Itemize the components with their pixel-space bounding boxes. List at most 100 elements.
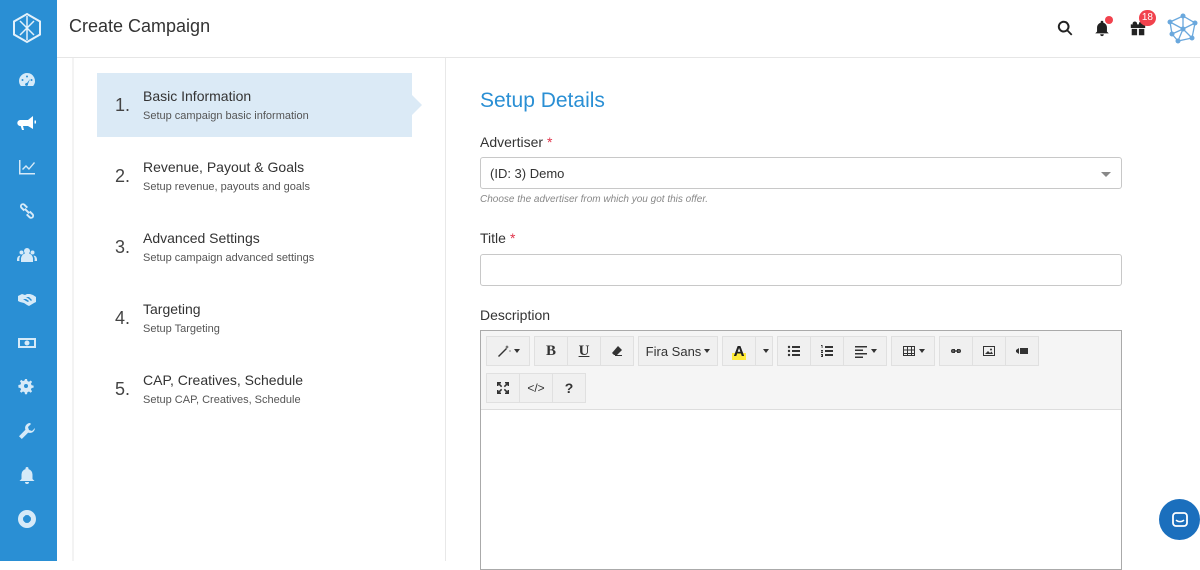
wrench-icon: [19, 423, 35, 439]
user-avatar[interactable]: [1166, 12, 1200, 46]
editor-toolbar: B U Fira Sans A </> ?: [481, 331, 1121, 410]
setup-details-form: Setup Details Advertiser * (ID: 3) Demo C…: [480, 58, 1122, 570]
wizard-steps: 1. Basic Information Setup campaign basi…: [74, 58, 446, 561]
description-textarea[interactable]: [481, 410, 1121, 569]
logo-icon[interactable]: [11, 12, 43, 44]
code-view-button[interactable]: </>: [519, 373, 553, 403]
bell-icon: [19, 467, 35, 484]
bullet-list-button[interactable]: [777, 336, 811, 366]
description-label: Description: [480, 307, 551, 323]
money-icon: [18, 338, 36, 348]
advertiser-selected-value: (ID: 3) Demo: [490, 166, 565, 181]
step-number: 3.: [115, 237, 131, 257]
clear-format-button[interactable]: [600, 336, 634, 366]
fullscreen-button[interactable]: [486, 373, 520, 403]
chat-icon: [1171, 511, 1188, 527]
dashboard-icon: [19, 73, 35, 86]
step-title: CAP, Creatives, Schedule: [143, 372, 304, 388]
underline-button[interactable]: U: [567, 336, 601, 366]
step-number: 4.: [115, 308, 131, 328]
wizard-step-targeting[interactable]: 4. Targeting Setup Targeting: [97, 286, 412, 350]
title-label: Title *: [480, 230, 516, 246]
caret-icon: [918, 349, 925, 353]
step-subtitle: Setup Targeting: [143, 323, 220, 335]
video-icon: [1016, 348, 1028, 354]
numbered-list-button[interactable]: [810, 336, 844, 366]
title-input[interactable]: [480, 254, 1122, 286]
advertiser-select[interactable]: (ID: 3) Demo: [480, 157, 1122, 189]
step-number: 5.: [115, 379, 131, 399]
caret-icon: [704, 349, 711, 353]
top-header: Create Campaign 18: [57, 0, 1200, 58]
picture-button[interactable]: [972, 336, 1006, 366]
help-button[interactable]: ?: [552, 373, 586, 403]
wizard-step-basic-information[interactable]: 1. Basic Information Setup campaign basi…: [97, 73, 422, 137]
chevron-down-icon: [1101, 172, 1111, 177]
sidebar-item-dashboard[interactable]: [14, 67, 40, 93]
list-ul-icon: [787, 345, 800, 357]
sidebar-item-partners[interactable]: [14, 286, 40, 312]
notifications-button[interactable]: [1090, 16, 1114, 40]
step-title: Basic Information: [143, 88, 252, 104]
advertiser-label: Advertiser *: [480, 134, 553, 150]
font-family-value: Fira Sans: [645, 343, 702, 359]
list-ol-icon: [821, 345, 833, 357]
search-icon: [1057, 20, 1073, 36]
paragraph-align-dropdown[interactable]: [843, 336, 887, 366]
sidebar-item-campaigns[interactable]: [14, 110, 40, 136]
required-mark: *: [547, 134, 553, 150]
search-button[interactable]: [1053, 16, 1077, 40]
chart-line-icon: [19, 160, 35, 175]
step-number: 1.: [115, 95, 131, 115]
link-icon: [951, 349, 961, 353]
wizard-step-revenue[interactable]: 2. Revenue, Payout & Goals Setup revenue…: [97, 144, 412, 208]
sidebar: [0, 0, 57, 561]
page-title: Create Campaign: [69, 16, 211, 36]
step-title: Targeting: [143, 301, 201, 317]
bold-button[interactable]: B: [534, 336, 568, 366]
notification-dot: [1105, 16, 1113, 24]
sidebar-item-support[interactable]: [14, 506, 40, 532]
expand-icon: [497, 382, 509, 394]
chat-widget-button[interactable]: [1159, 499, 1200, 540]
font-family-dropdown[interactable]: Fira Sans: [638, 336, 718, 366]
sidebar-item-tools[interactable]: [14, 418, 40, 444]
text-color-button[interactable]: A: [722, 336, 756, 366]
sidebar-item-notifications[interactable]: [14, 462, 40, 488]
step-number: 2.: [115, 166, 131, 186]
step-subtitle: Setup CAP, Creatives, Schedule: [143, 394, 301, 406]
sidebar-item-reports[interactable]: [14, 154, 40, 180]
gifts-button[interactable]: 18: [1126, 10, 1156, 40]
advertiser-hint: Choose the advertiser from which you got…: [480, 194, 709, 205]
caret-icon: [870, 349, 877, 353]
link-button[interactable]: [939, 336, 973, 366]
magic-wand-icon: [497, 345, 511, 357]
style-button[interactable]: [486, 336, 530, 366]
description-editor: B U Fira Sans A </> ?: [480, 330, 1122, 570]
megaphone-icon: [17, 116, 36, 130]
caret-icon: [513, 349, 520, 353]
eraser-icon: [612, 346, 622, 356]
wizard-step-cap-creatives[interactable]: 5. CAP, Creatives, Schedule Setup CAP, C…: [97, 357, 412, 421]
wizard-step-advanced-settings[interactable]: 3. Advanced Settings Setup campaign adva…: [97, 215, 412, 279]
sidebar-item-links[interactable]: [14, 198, 40, 224]
lifebuoy-icon: [18, 510, 36, 528]
handshake-icon: [18, 294, 36, 306]
caret-icon: [762, 349, 769, 353]
step-title: Revenue, Payout & Goals: [143, 159, 305, 175]
step-subtitle: Setup campaign advanced settings: [143, 252, 315, 264]
required-mark: *: [509, 230, 516, 246]
video-button[interactable]: [1005, 336, 1039, 366]
image-icon: [983, 346, 995, 356]
step-title: Advanced Settings: [143, 230, 260, 246]
sidebar-item-users[interactable]: [14, 242, 40, 268]
sidebar-item-finance[interactable]: [14, 330, 40, 356]
table-dropdown[interactable]: [891, 336, 935, 366]
cogs-icon: [18, 379, 34, 395]
step-subtitle: Setup campaign basic information: [143, 110, 309, 122]
align-left-icon: [854, 346, 867, 358]
text-color-dropdown[interactable]: [755, 336, 773, 366]
section-title: Setup Details: [480, 89, 605, 112]
sidebar-item-settings[interactable]: [14, 374, 40, 400]
table-icon: [902, 346, 915, 356]
